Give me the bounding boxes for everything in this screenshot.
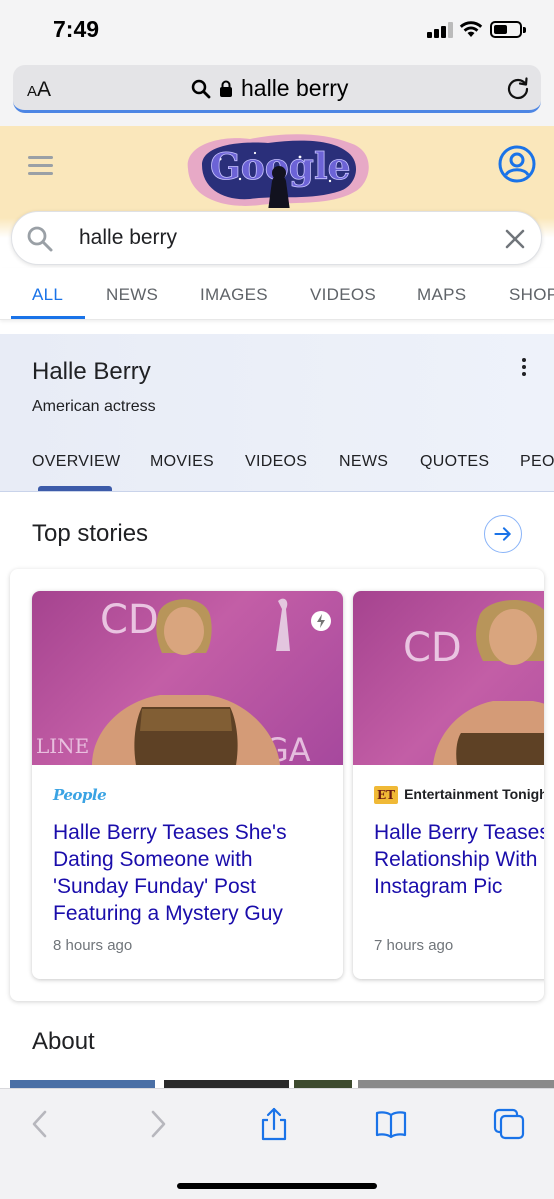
- bookmarks-icon[interactable]: [374, 1107, 408, 1141]
- account-icon[interactable]: [498, 145, 536, 183]
- reload-icon[interactable]: [505, 75, 531, 101]
- google-doodle-logo[interactable]: Google: [180, 129, 375, 211]
- kp-tab-people[interactable]: PEOPLE: [520, 453, 554, 471]
- search-icon: [191, 79, 211, 98]
- amp-lightning-icon: [311, 611, 331, 631]
- news-card[interactable]: CD ET Entertainment Tonight Halle Berry T…: [353, 591, 544, 979]
- search-area: halle berry: [0, 208, 554, 268]
- status-time: 7:49: [53, 16, 100, 42]
- google-header: Google: [0, 126, 554, 218]
- kp-tab-videos[interactable]: VIDEOS: [245, 453, 307, 471]
- news-headline-link[interactable]: Halle Berry Teases Relationship With F I…: [374, 819, 544, 900]
- safari-bottom-toolbar: [0, 1088, 554, 1199]
- menu-icon[interactable]: [28, 156, 53, 176]
- close-icon[interactable]: [503, 227, 527, 251]
- search-box[interactable]: halle berry: [11, 211, 542, 265]
- tabs-icon[interactable]: [492, 1107, 526, 1141]
- entity-name: Halle Berry: [32, 358, 151, 385]
- knowledge-panel-header: Halle Berry American actress OVERVIEW MO…: [0, 334, 554, 492]
- arrow-right-icon[interactable]: [484, 515, 522, 553]
- news-source-logo: People: [53, 786, 107, 804]
- back-icon[interactable]: [24, 1107, 58, 1141]
- et-logo-icon: ET: [374, 786, 399, 804]
- svg-text:CD: CD: [403, 625, 462, 671]
- tab-shopping[interactable]: SHOPPING: [509, 285, 554, 305]
- news-timestamp: 8 hours ago: [53, 937, 133, 954]
- about-image-strip: [10, 1080, 554, 1088]
- search-tabs: ALL NEWS IMAGES VIDEOS MAPS SHOPPING: [0, 268, 554, 320]
- news-card-image: CD LINE GA: [32, 591, 343, 765]
- photo-illustration: CD LINE GA: [36, 597, 311, 765]
- url-display[interactable]: halle berry: [191, 75, 348, 102]
- tab-images[interactable]: IMAGES: [200, 285, 268, 305]
- search-input[interactable]: halle berry: [79, 226, 177, 250]
- search-icon[interactable]: [26, 225, 54, 253]
- svg-text:CD: CD: [100, 597, 159, 643]
- tab-videos[interactable]: VIDEOS: [310, 285, 376, 305]
- wifi-icon: [459, 21, 483, 37]
- more-options-icon[interactable]: [516, 358, 532, 378]
- kp-tab-quotes[interactable]: QUOTES: [420, 453, 489, 471]
- tab-maps[interactable]: MAPS: [417, 285, 466, 305]
- news-headline-link[interactable]: Halle Berry Teases She's Dating Someone …: [53, 819, 323, 927]
- news-source: ET Entertainment Tonight: [374, 786, 544, 804]
- kp-tab-movies[interactable]: MOVIES: [150, 453, 214, 471]
- top-stories-heading: Top stories: [32, 520, 149, 547]
- text-size-button[interactable]: AA: [27, 78, 51, 102]
- kp-tab-overview[interactable]: OVERVIEW: [32, 453, 120, 471]
- about-heading: About: [32, 1028, 95, 1055]
- tab-all[interactable]: ALL: [32, 285, 63, 305]
- svg-text:LINE: LINE: [36, 734, 89, 758]
- active-kp-tab-indicator: [38, 486, 112, 491]
- kp-tab-news[interactable]: NEWS: [339, 453, 388, 471]
- share-icon[interactable]: [257, 1107, 291, 1141]
- cellular-signal-icon: [427, 22, 453, 38]
- url-text: halle berry: [241, 75, 349, 101]
- top-stories-carousel[interactable]: CD LINE GA People Halle Berry Teases She…: [10, 569, 544, 1001]
- entity-description: American actress: [32, 398, 156, 415]
- news-card[interactable]: CD LINE GA People Halle Berry Teases She…: [32, 591, 343, 979]
- forward-icon[interactable]: [140, 1107, 174, 1141]
- lock-icon: [220, 80, 232, 97]
- news-timestamp: 7 hours ago: [374, 937, 454, 954]
- battery-icon: [490, 21, 526, 38]
- address-bar[interactable]: AA halle berry: [13, 65, 541, 113]
- tab-news[interactable]: NEWS: [106, 285, 158, 305]
- browser-toolbar: AA halle berry: [0, 60, 554, 126]
- news-card-image: CD: [353, 591, 544, 765]
- status-bar: 7:49: [0, 0, 554, 60]
- news-source-name: Entertainment Tonight: [404, 786, 544, 802]
- active-tab-indicator: [11, 316, 85, 319]
- photo-illustration: CD: [403, 600, 544, 765]
- home-indicator: [177, 1183, 377, 1189]
